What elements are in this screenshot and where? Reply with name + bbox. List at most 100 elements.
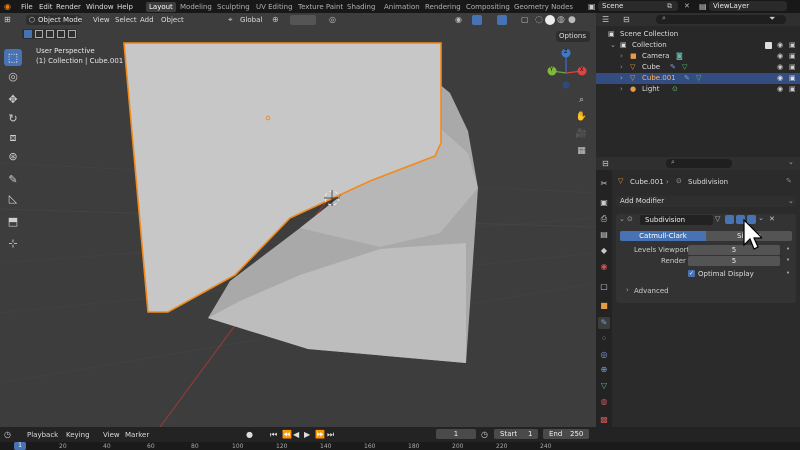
transform-tool[interactable]: ⊛ (4, 148, 22, 165)
menu-file[interactable]: File (21, 2, 33, 12)
menu-keying[interactable]: Keying (66, 431, 90, 439)
menu-view[interactable]: View (93, 13, 110, 27)
outliner-search-input[interactable] (656, 15, 786, 24)
wireframe-shading-icon[interactable]: ◌ (535, 13, 543, 27)
menu-help[interactable]: Help (117, 2, 133, 12)
select-subtract-icon[interactable] (46, 30, 54, 38)
pivot-point-icon[interactable]: ⊕ (272, 13, 279, 27)
constraints-tab-icon[interactable]: ⊕ (598, 364, 610, 376)
select-extend-icon[interactable] (35, 30, 43, 38)
chevron-right-icon[interactable]: › (620, 51, 623, 62)
keyframe-dot-icon[interactable]: • (786, 269, 790, 277)
render-camera-icon[interactable]: ▣ (789, 84, 796, 95)
3d-viewport[interactable]: ⊞ Object Mode ⬡ View Select Add Object ⌖… (0, 13, 596, 427)
record-icon[interactable]: ● (246, 430, 253, 439)
scale-tool[interactable]: ⧈ (4, 129, 22, 146)
physics-tab-icon[interactable]: ◎ (598, 349, 610, 361)
render-camera-icon[interactable]: ▣ (789, 62, 796, 73)
close-icon[interactable]: ✕ (684, 2, 690, 10)
tab-layout[interactable]: Layout (146, 2, 176, 12)
ortho-grid-icon[interactable]: ▦ (574, 144, 589, 159)
object-tab-icon[interactable]: ■ (598, 300, 610, 312)
camera-data-icon[interactable]: ◙ (676, 51, 683, 62)
tab-geometry-nodes[interactable]: Geometry Nodes (514, 2, 573, 12)
tab-rendering[interactable]: Rendering (425, 2, 461, 12)
keyframe-dot-icon[interactable]: • (786, 256, 790, 264)
levels-viewport-field[interactable]: 5 (688, 245, 780, 255)
outliner-item-cube[interactable]: › ▽ Cube ✎ ▽ ◉ ▣ (596, 62, 800, 73)
tab-compositing[interactable]: Compositing (466, 2, 510, 12)
close-icon[interactable]: ✕ (769, 215, 775, 223)
menu-edit[interactable]: Edit (39, 2, 53, 12)
render-levels-field[interactable]: 5 (688, 256, 780, 266)
display-mode-icon[interactable]: ⊟ (623, 15, 630, 24)
proportional-edit-icon[interactable]: ◎ (329, 13, 336, 27)
play-reverse-icon[interactable]: ◀ (293, 430, 299, 439)
chevron-down-icon[interactable]: ⌄ (788, 158, 794, 166)
render-camera-icon[interactable]: ▣ (789, 40, 796, 51)
mesh-data-icon[interactable]: ▽ (696, 73, 701, 84)
menu-timeline-view[interactable]: View (103, 431, 120, 439)
keyframe-dot-icon[interactable]: • (786, 245, 790, 253)
wrench-icon[interactable]: ✎ (684, 73, 690, 84)
eye-icon[interactable]: ◉ (777, 40, 783, 51)
scene-tab-icon[interactable]: ◆ (598, 245, 610, 257)
outliner-item-light[interactable]: › ● Light ⊙ ◉ ▣ (596, 84, 800, 95)
menu-add[interactable]: Add (140, 13, 154, 27)
menu-select[interactable]: Select (115, 13, 137, 27)
snap-toggle[interactable] (290, 15, 316, 25)
blender-logo-icon[interactable]: ◉ (4, 2, 11, 11)
chevron-right-icon[interactable]: › (620, 84, 623, 95)
add-modifier-button[interactable]: Add Modifier ⌄ (616, 196, 796, 207)
pin-icon[interactable]: ✎ (786, 177, 792, 185)
timeline-ruler[interactable] (0, 442, 800, 450)
render-tab-icon[interactable]: ▣ (598, 197, 610, 209)
tab-animation[interactable]: Animation (384, 2, 420, 12)
eye-icon[interactable]: ◉ (777, 51, 783, 62)
copy-icon[interactable]: ⧉ (667, 2, 672, 11)
chevron-right-icon[interactable]: › (626, 286, 629, 294)
select-intersect-icon[interactable] (68, 30, 76, 38)
chevron-right-icon[interactable]: › (620, 73, 623, 84)
particles-tab-icon[interactable]: ⁘ (598, 333, 610, 345)
overlay-toggle[interactable] (497, 15, 507, 25)
advanced-section-label[interactable]: Advanced (634, 287, 669, 295)
annotate-tool[interactable]: ✎ (4, 171, 22, 188)
gizmo-toggle[interactable] (472, 15, 482, 25)
menu-marker[interactable]: Marker (125, 431, 149, 439)
jump-keyframe-forward-icon[interactable]: ⏩ (315, 430, 325, 439)
playhead[interactable]: 1 (14, 442, 26, 450)
modifier-name-input[interactable]: Subdivision (640, 215, 713, 225)
edit-mode-toggle-icon[interactable]: ▽ (715, 215, 720, 223)
world-tab-icon[interactable]: ◉ (598, 261, 610, 273)
select-mode-buttons[interactable] (22, 29, 77, 39)
cursor-tool[interactable]: ◎ (4, 68, 22, 85)
eye-icon[interactable]: ◉ (777, 62, 783, 73)
select-box-tool[interactable]: ⬚ (4, 49, 22, 66)
tab-uv-editing[interactable]: UV Editing (256, 2, 293, 12)
jump-start-icon[interactable]: ⏮ (270, 430, 277, 440)
collection-tab-icon[interactable]: ▢ (598, 281, 610, 293)
add-cube-tool[interactable]: ⬒ (4, 213, 22, 230)
scene-selector[interactable]: Scene (598, 1, 678, 11)
visibility-icon[interactable]: ◉ (455, 13, 462, 27)
outliner-item-camera[interactable]: › ■ Camera ◙ ◉ ▣ (596, 51, 800, 62)
rendered-shading-icon[interactable]: ● (568, 13, 576, 27)
end-frame-field[interactable]: End 250 (543, 429, 589, 439)
tab-sculpting[interactable]: Sculpting (217, 2, 250, 12)
outliner-item-cube001[interactable]: › ▽ Cube.001 ✎ ▽ ◉ ▣ (596, 73, 800, 84)
camera-view-icon[interactable]: 🎥 (574, 127, 589, 142)
navigation-gizmo[interactable]: X Y Z (542, 48, 590, 97)
measure-tool[interactable]: ◺ (4, 190, 22, 207)
extrude-tool[interactable]: ⊹ (4, 235, 22, 252)
jump-end-icon[interactable]: ⏭ (327, 430, 334, 440)
outliner-editor-icon[interactable]: ☰ (602, 15, 609, 24)
jump-keyframe-back-icon[interactable]: ⏪ (282, 430, 292, 439)
xray-icon[interactable]: ▢ (521, 13, 529, 27)
current-frame-field[interactable]: 1 (436, 429, 476, 439)
viewport-scene[interactable] (0, 13, 596, 427)
eye-icon[interactable]: ◉ (777, 73, 783, 84)
collection-include-checkbox[interactable] (765, 42, 772, 49)
select-invert-icon[interactable] (57, 30, 65, 38)
material-shading-icon[interactable]: ◍ (557, 13, 565, 27)
